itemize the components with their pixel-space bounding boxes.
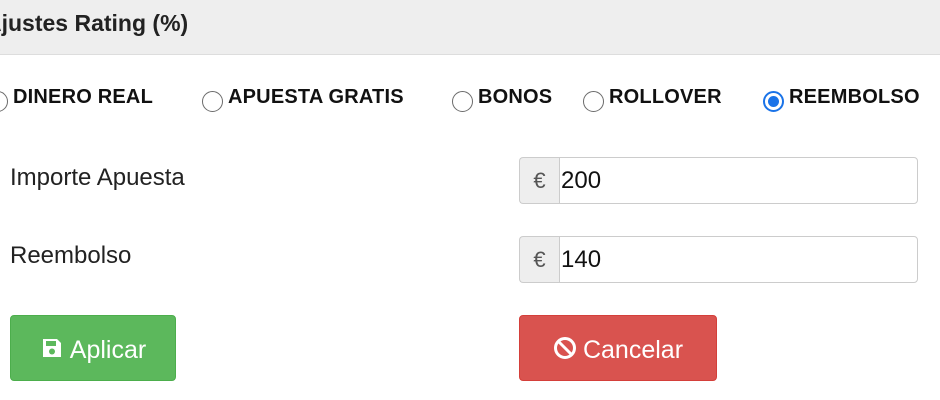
radio-apuesta-gratis-label[interactable]: APUESTA GRATIS [228, 84, 404, 110]
euro-icon: € [519, 157, 559, 204]
radio-reembolso-circle[interactable] [763, 91, 784, 112]
radio-apuesta-gratis-circle[interactable] [202, 91, 223, 112]
radio-bonos-circle[interactable] [452, 91, 473, 112]
ban-icon [553, 337, 576, 360]
stake-input[interactable] [559, 157, 918, 204]
cancel-button-label: Cancelar [582, 336, 684, 365]
floppy-disk-icon [42, 339, 61, 358]
refund-input[interactable] [559, 236, 918, 283]
radio-rollover-label[interactable]: ROLLOVER [609, 84, 722, 110]
apply-button-label: Aplicar [69, 336, 147, 365]
euro-icon: € [519, 236, 559, 283]
panel-title: Ajustes Rating (%) [0, 10, 189, 36]
stake-input-group: € [519, 157, 918, 204]
radio-rollover-circle[interactable] [583, 91, 604, 112]
refund-input-group: € [519, 236, 918, 283]
radio-dinero-real-label[interactable]: DINERO REAL [13, 84, 153, 110]
stake-label: Importe Apuesta [10, 164, 185, 191]
radio-reembolso-label[interactable]: REEMBOLSO [789, 84, 920, 110]
radio-dinero-real-circle[interactable] [0, 91, 8, 112]
panel-header: Ajustes Rating (%) [0, 0, 940, 55]
radio-bonos-label[interactable]: BONOS [478, 84, 552, 110]
apply-button[interactable]: Aplicar [10, 315, 176, 381]
refund-label: Reembolso [10, 242, 132, 269]
cancel-button[interactable]: Cancelar [519, 315, 717, 381]
rating-settings-panel: Ajustes Rating (%) DINERO REAL APUESTA G… [0, 0, 940, 400]
